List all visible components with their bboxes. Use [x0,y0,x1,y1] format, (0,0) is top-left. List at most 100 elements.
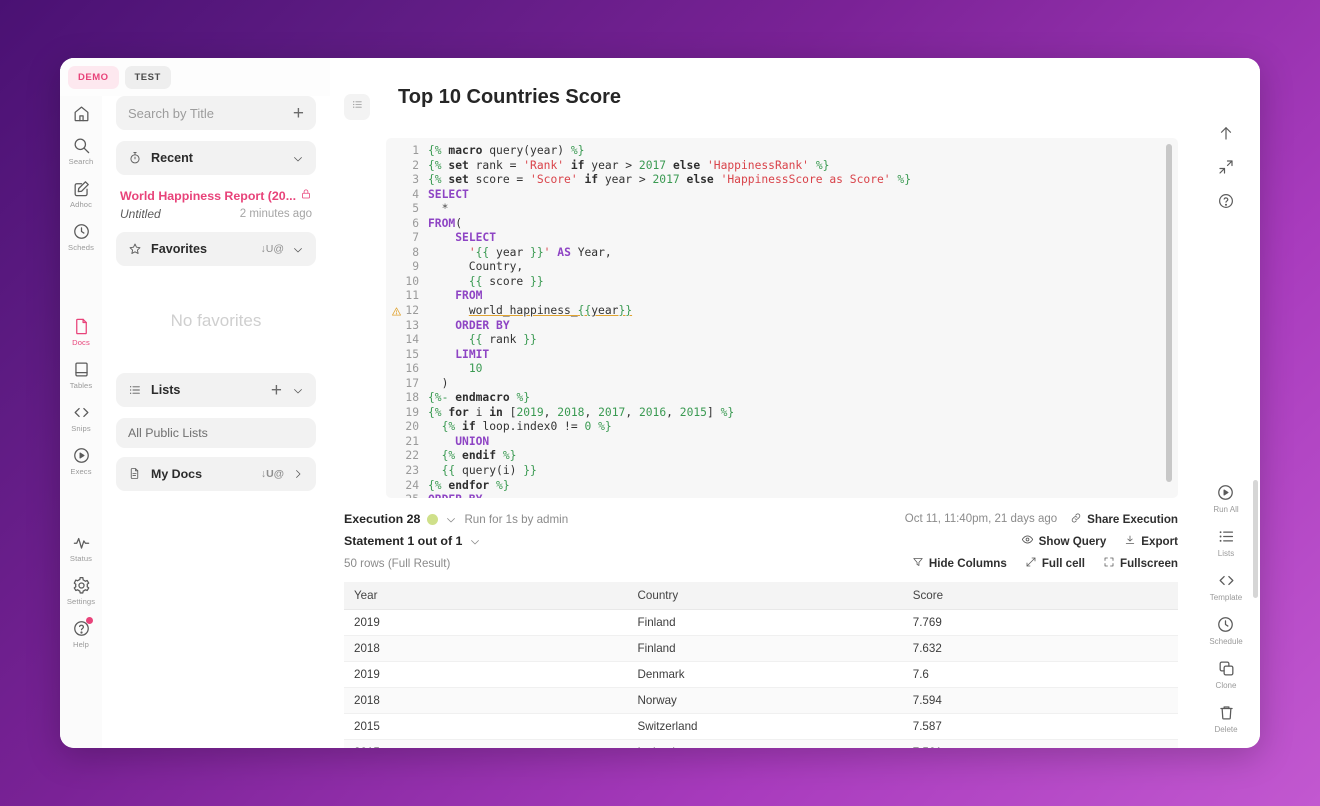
sidebar-item-home[interactable] [60,96,102,128]
table-row[interactable]: 2015 Switzerland 7.587 [344,713,1178,740]
code-editor[interactable]: 1 {% macro query(year) %} 2 {% set rank = '… [386,138,1178,498]
delete-label: Delete [1214,725,1238,734]
table-cell[interactable]: Denmark [627,661,903,688]
table-cell[interactable]: 2015 [344,713,628,740]
table-column-header[interactable]: Score [902,582,1178,610]
sidebar-item-settings[interactable]: Settings [60,568,102,611]
env-tab-demo[interactable]: DEMO [68,65,119,89]
table-row[interactable]: 2018 Finland 7.632 [344,635,1178,662]
add-doc-icon[interactable]: + [293,104,304,123]
table-cell[interactable]: 2019 [344,661,628,688]
table-row[interactable]: 2015Iceland7.561 [344,739,1178,748]
table-cell[interactable]: 2019 [344,609,628,636]
execution-title: Execution 28 [344,512,421,526]
sidebar-item-status[interactable]: Status [60,525,102,568]
lists-title: Lists [151,383,181,397]
code-brackets-icon [1217,571,1236,590]
template-button[interactable]: Template [1210,571,1242,602]
collapse-up-button[interactable] [1217,124,1235,142]
table-cell[interactable]: 2015 [344,739,628,748]
line-number: 6 [412,216,419,230]
line-number: 15 [405,347,419,361]
fullscreen-button[interactable]: Fullscreen [1103,556,1178,571]
sidebar-item-tables[interactable]: Tables [60,352,102,395]
sidebar-item-help[interactable]: Help [60,611,102,654]
recent-doc-title: World Happiness Report (20... [120,188,297,203]
status-badge [427,513,439,525]
lock-icon [300,188,312,203]
table-cell[interactable]: Finland [627,635,903,662]
hide-columns-button[interactable]: Hide Columns [912,556,1007,571]
search-icon [72,136,91,155]
delete-button[interactable]: Delete [1214,703,1238,734]
table-cell[interactable]: 7.587 [902,713,1178,740]
sidebar-item-execs[interactable]: Execs [60,438,102,481]
recent-doc-title-row[interactable]: World Happiness Report (20... [120,188,312,203]
chevron-down-icon[interactable] [292,384,304,396]
table-cell[interactable]: 7.769 [902,609,1178,636]
results-table-container[interactable]: Year Country Score 2019 Finland 7.769 2018 Fin… [344,582,1178,748]
show-query-button[interactable]: Show Query [1021,533,1107,549]
show-query-label: Show Query [1038,534,1107,548]
table-column-header[interactable]: Year [344,582,628,610]
all-public-lists-item[interactable]: All Public Lists [116,418,316,448]
shrink-button[interactable] [1217,158,1235,176]
chevron-right-icon[interactable] [292,468,304,480]
my-docs-item[interactable]: My Docs ↓U@ [116,457,316,491]
table-cell[interactable]: 7.6 [902,661,1178,688]
recent-section-header[interactable]: Recent [116,141,316,175]
outline-toggle-button[interactable] [344,94,370,120]
lists-section-header[interactable]: Lists + [116,373,316,407]
schedule-button[interactable]: Schedule [1209,615,1243,646]
table-cell[interactable]: Switzerland [627,713,903,740]
favorites-section-header[interactable]: Favorites ↓U@ [116,232,316,266]
table-row[interactable]: 2019 Finland 7.769 [344,609,1178,636]
favorites-title: Favorites [151,242,207,256]
env-tab-test[interactable]: TEST [124,65,171,89]
chevron-down-icon[interactable] [292,152,304,164]
table-cell[interactable]: Norway [627,687,903,714]
run-all-button[interactable]: Run All [1213,483,1239,514]
help-circle-button[interactable] [1217,192,1235,210]
table-cell[interactable]: 7.561 [902,739,1178,748]
code-line: 10 {{ score }} [386,275,1178,290]
editor-scrollbar[interactable] [1166,144,1172,482]
chevron-down-icon[interactable] [469,535,481,547]
chevron-down-icon[interactable] [292,243,304,255]
sidebar-item-snips[interactable]: Snips [60,395,102,438]
table-cell[interactable]: 7.594 [902,687,1178,714]
line-number: 14 [405,333,419,347]
fullscreen-label: Fullscreen [1120,556,1178,570]
table-cell[interactable]: 2018 [344,687,628,714]
table-cell[interactable]: Iceland [627,739,903,748]
table-cell[interactable]: 7.632 [902,635,1178,662]
book-icon [72,360,91,379]
search-input[interactable]: Search by Title + [116,96,316,130]
code-line: 18 {%- endmacro %} [386,391,1178,406]
expand-diagonal-icon [1025,556,1037,571]
sidebar-item-docs[interactable]: Docs [60,309,102,352]
sidebar-item-search[interactable]: Search [60,128,102,171]
table-cell[interactable]: 2018 [344,635,628,662]
notification-badge [86,617,93,624]
sidebar-item-scheds[interactable]: Scheds [60,214,102,257]
table-row[interactable]: 2018 Norway 7.594 [344,687,1178,714]
line-number: 19 [405,405,419,419]
chevron-down-icon[interactable] [445,513,457,525]
clone-button[interactable]: Clone [1216,659,1236,690]
table-row[interactable]: 2019 Denmark 7.6 [344,661,1178,688]
table-column-header[interactable]: Country [627,582,903,610]
share-execution-button[interactable]: Share Execution [1070,512,1178,527]
full-cell-button[interactable]: Full cell [1025,556,1085,571]
export-button[interactable]: Export [1124,534,1178,549]
table-cell[interactable]: Finland [627,609,903,636]
execution-run-info: Run for 1s by admin [464,512,569,526]
code-line: 16 10 [386,362,1178,377]
code-editor-content[interactable]: 1 {% macro query(year) %} 2 {% set rank = '… [386,138,1178,498]
recent-doc-timestamp: 2 minutes ago [239,208,312,220]
lists-button[interactable]: Lists [1217,527,1236,558]
recent-doc-item[interactable]: World Happiness Report (20... Untitled 2… [116,186,316,222]
sidebar-label-docs: Docs [72,338,90,347]
sidebar-item-adhoc[interactable]: Adhoc [60,171,102,214]
add-list-icon[interactable]: + [271,381,282,400]
